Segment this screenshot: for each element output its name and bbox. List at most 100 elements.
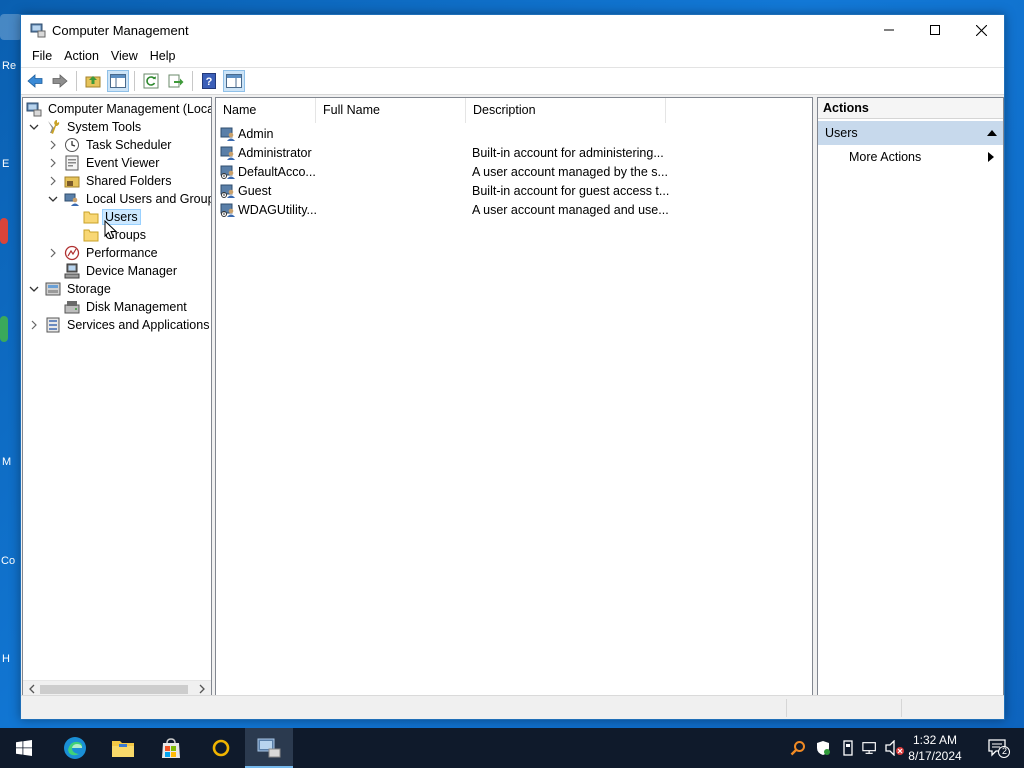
help-button[interactable]: ? xyxy=(198,70,220,92)
content-area: Computer Management (Local System Tools … xyxy=(21,96,1004,698)
tree-item-device-manager[interactable]: Device Manager xyxy=(64,262,179,280)
up-folder-icon xyxy=(85,76,101,88)
chevron-right-icon[interactable] xyxy=(47,157,59,169)
desktop-label-2: E xyxy=(2,158,10,170)
start-button[interactable] xyxy=(0,728,48,768)
menu-help[interactable]: Help xyxy=(144,45,182,67)
column-header-full-name[interactable]: Full Name xyxy=(316,98,466,123)
tree-item-shared-folders[interactable]: Shared Folders xyxy=(47,172,173,190)
collapse-up-icon[interactable] xyxy=(987,129,997,136)
list-row-defaultaccount[interactable]: DefaultAcco... A user account managed by… xyxy=(220,162,672,181)
usb-device-icon[interactable] xyxy=(840,740,856,756)
tree-item-storage[interactable]: Storage xyxy=(28,280,113,298)
status-bar xyxy=(21,695,1004,719)
notification-center-button[interactable]: 2 xyxy=(988,738,1010,758)
chevron-right-icon[interactable] xyxy=(47,247,59,259)
actions-pane: Actions Users More Actions xyxy=(817,97,1004,698)
scroll-left-icon[interactable] xyxy=(26,683,38,695)
window-title: Computer Management xyxy=(52,22,189,38)
more-actions-label: More Actions xyxy=(849,150,922,164)
user-icon xyxy=(220,127,235,141)
system-tools-icon xyxy=(45,119,61,135)
title-bar[interactable]: Computer Management xyxy=(21,15,1004,45)
back-button[interactable] xyxy=(24,70,46,92)
user-icon xyxy=(220,165,235,179)
column-header-description[interactable]: Description xyxy=(466,98,666,123)
taskbar-clock[interactable]: 1:32 AM 8/17/2024 xyxy=(900,732,970,764)
tree-item-system-tools[interactable]: System Tools xyxy=(28,118,143,136)
tree-item-task-scheduler[interactable]: Task Scheduler xyxy=(47,136,173,154)
security-shield-icon[interactable] xyxy=(815,740,831,756)
tree-item-label: Device Manager xyxy=(86,264,178,278)
refresh-button[interactable] xyxy=(140,70,162,92)
help-icon: ? xyxy=(202,73,216,89)
scroll-right-icon[interactable] xyxy=(196,683,208,695)
menu-action[interactable]: Action xyxy=(58,45,105,67)
folder-icon xyxy=(83,227,99,243)
minimize-button[interactable] xyxy=(866,15,912,45)
desktop-icon-red[interactable] xyxy=(0,218,8,244)
chevron-right-icon[interactable] xyxy=(47,175,59,187)
notification-count: 2 xyxy=(1001,746,1007,756)
cell-description: A user account managed and use... xyxy=(472,202,669,217)
chevron-right-icon[interactable] xyxy=(28,319,40,331)
toolbar: ? xyxy=(21,67,1004,95)
computer-management-taskbar-icon xyxy=(257,738,281,758)
user-icon xyxy=(220,146,235,160)
tree-item-disk-management[interactable]: Disk Management xyxy=(64,298,189,316)
tree-item-label: Shared Folders xyxy=(86,174,172,188)
tree-item-label: Computer Management (Local xyxy=(48,102,212,116)
column-header-name[interactable]: Name xyxy=(216,98,316,123)
chevron-right-icon[interactable] xyxy=(47,139,59,151)
desktop-label-5: H xyxy=(2,653,10,665)
scrollbar-thumb[interactable] xyxy=(40,685,188,694)
tree-item-computer-management[interactable]: Computer Management (Local xyxy=(26,100,212,118)
more-actions-item[interactable]: More Actions xyxy=(818,146,1003,168)
taskbar-app-circle[interactable] xyxy=(197,728,245,768)
maximize-icon xyxy=(930,25,940,35)
taskbar-file-explorer[interactable] xyxy=(99,728,147,768)
chevron-down-icon[interactable] xyxy=(47,193,59,205)
menu-view[interactable]: View xyxy=(105,45,144,67)
tree-item-services-applications[interactable]: Services and Applications xyxy=(28,316,211,334)
menu-file[interactable]: File xyxy=(26,45,58,67)
taskbar-store[interactable] xyxy=(147,728,195,768)
taskbar-edge[interactable] xyxy=(51,728,99,768)
list-header: Name Full Name Description xyxy=(216,98,812,123)
folder-icon xyxy=(83,209,99,225)
search-tray-icon[interactable] xyxy=(790,740,806,756)
desktop-icon-green[interactable] xyxy=(0,316,8,342)
tree-item-event-viewer[interactable]: Event Viewer xyxy=(47,154,161,172)
tree-item-label: Task Scheduler xyxy=(86,138,172,152)
desktop-icon-recycle[interactable] xyxy=(0,14,22,40)
start-icon xyxy=(16,740,32,756)
list-row-administrator[interactable]: Administrator Built-in account for admin… xyxy=(220,143,672,162)
chevron-down-icon[interactable] xyxy=(28,283,40,295)
forward-button[interactable] xyxy=(49,70,71,92)
tree-item-local-users-groups[interactable]: Local Users and Groups xyxy=(47,190,211,208)
show-hide-console-tree-button[interactable] xyxy=(107,70,129,92)
list-row-guest[interactable]: Guest Built-in account for guest access … xyxy=(220,181,672,200)
shared-folders-icon xyxy=(64,173,80,189)
menu-bar: File Action View Help xyxy=(21,45,1004,67)
network-icon[interactable] xyxy=(862,740,878,756)
mouse-cursor-icon xyxy=(104,220,118,240)
edge-icon xyxy=(64,737,86,759)
forward-icon xyxy=(52,74,68,88)
file-explorer-icon xyxy=(112,741,134,757)
close-button[interactable] xyxy=(958,15,1004,45)
list-row-admin[interactable]: Admin xyxy=(220,124,672,143)
export-list-button[interactable] xyxy=(165,70,187,92)
chevron-down-icon[interactable] xyxy=(28,121,40,133)
maximize-button[interactable] xyxy=(912,15,958,45)
tree-item-label: Disk Management xyxy=(86,300,187,314)
clock-time: 1:32 AM xyxy=(912,733,958,747)
desktop-label-3: M xyxy=(2,456,12,468)
show-hide-action-pane-button[interactable] xyxy=(223,70,245,92)
tree-item-performance[interactable]: Performance xyxy=(47,244,160,262)
taskbar-computer-management[interactable] xyxy=(245,728,293,768)
list-row-wdagutility[interactable]: WDAGUtility... A user account managed an… xyxy=(220,200,672,219)
actions-section-users[interactable]: Users xyxy=(818,121,1003,145)
up-button[interactable] xyxy=(82,70,104,92)
close-icon xyxy=(975,24,987,36)
